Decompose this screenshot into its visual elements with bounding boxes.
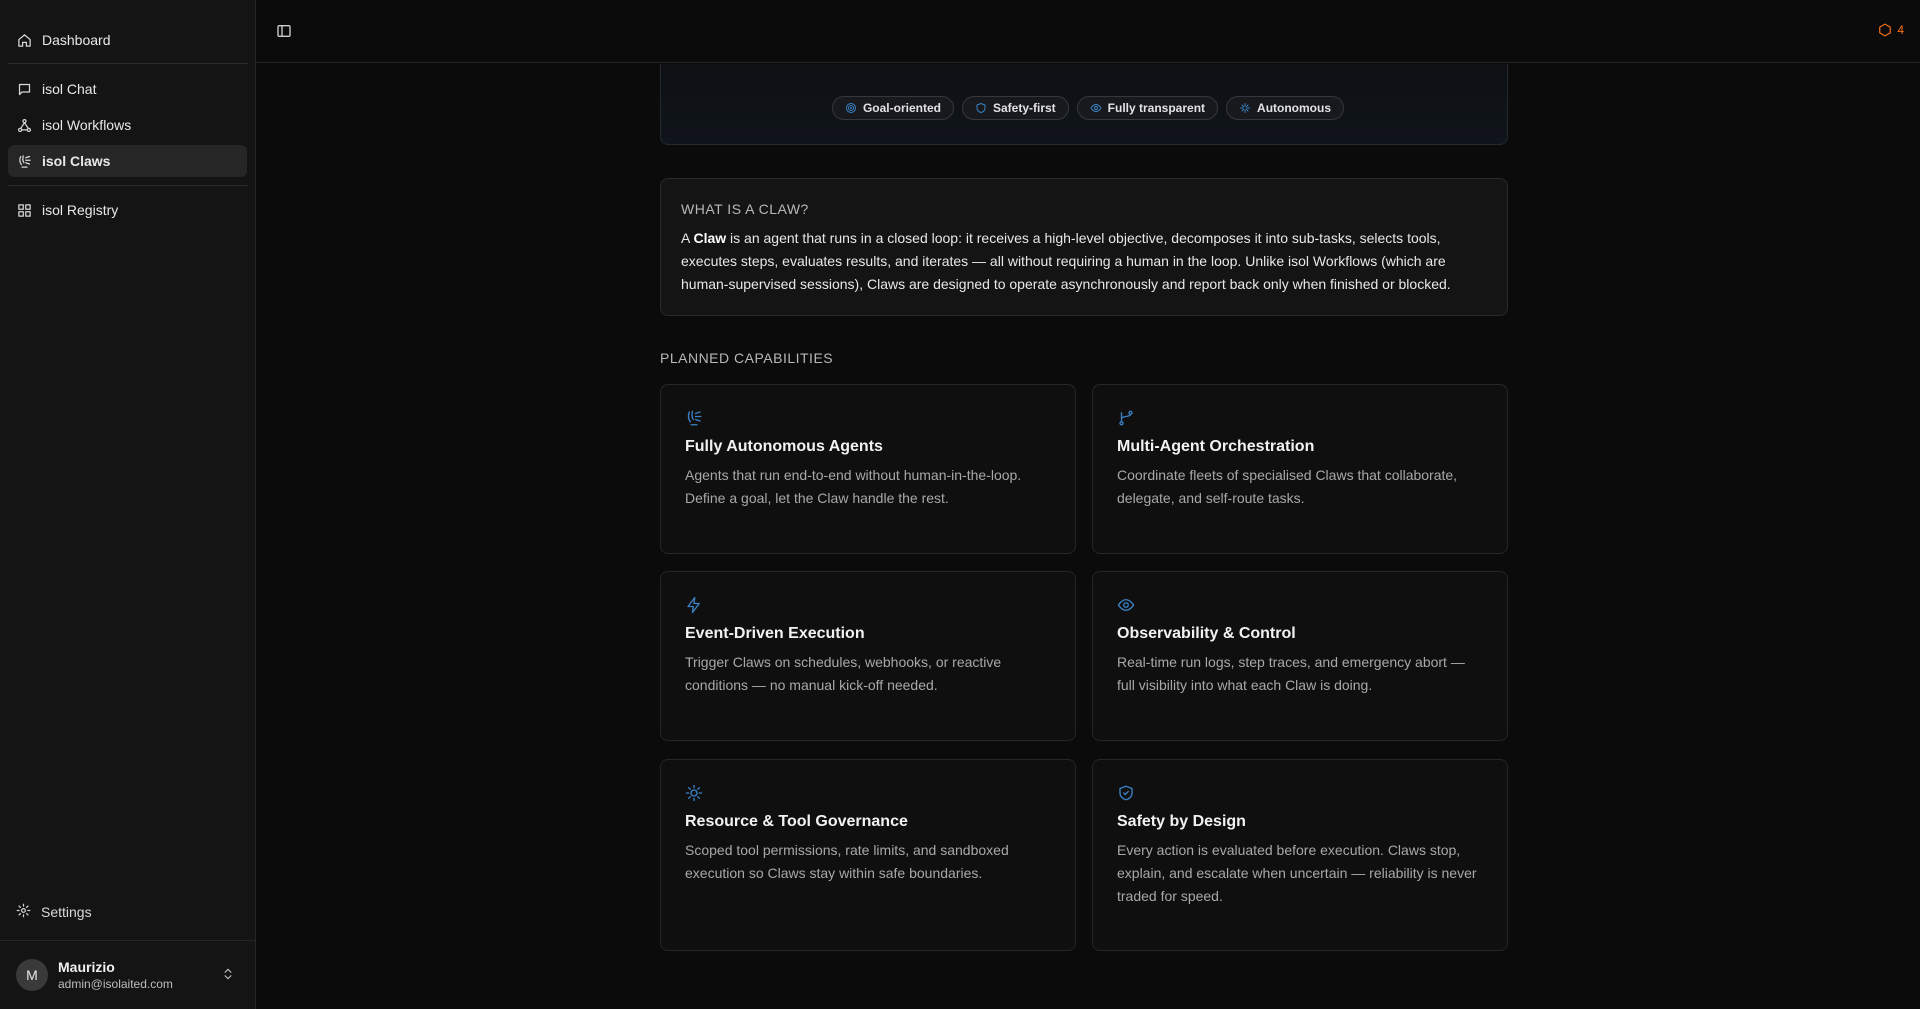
sidebar-item-workflows[interactable]: isol Workflows bbox=[8, 109, 247, 141]
eye-icon bbox=[1090, 104, 1102, 112]
hexagon-icon bbox=[1879, 23, 1892, 37]
shield-check-icon bbox=[1117, 784, 1137, 804]
app: Dashboard isol Chat isol Workflows isol … bbox=[0, 0, 1920, 1009]
gear-icon bbox=[16, 903, 31, 921]
chip-label: Autonomous bbox=[1257, 101, 1332, 115]
sidebar-item-registry[interactable]: isol Registry bbox=[8, 194, 247, 226]
settings-label: Settings bbox=[41, 904, 92, 920]
grid-icon bbox=[16, 202, 32, 218]
sidebar-divider bbox=[8, 185, 248, 186]
feature-chips: Goal-oriented Safety-first Fully transpa… bbox=[256, 96, 1920, 120]
cog-icon bbox=[685, 784, 705, 804]
claw-icon bbox=[685, 409, 705, 429]
chip-label: Safety-first bbox=[992, 101, 1056, 115]
info-body-rest: is an agent that runs in a closed loop: … bbox=[681, 230, 1451, 292]
sidebar-item-chat[interactable]: isol Chat bbox=[8, 73, 247, 105]
info-body-prefix: A bbox=[681, 230, 694, 246]
sidebar-item-label: isol Claws bbox=[42, 153, 111, 169]
capability-card: Resource & Tool Governance Scoped tool p… bbox=[660, 759, 1076, 951]
capability-desc: Scoped tool permissions, rate limits, an… bbox=[685, 842, 1009, 881]
capability-desc: Every action is evaluated before executi… bbox=[1117, 842, 1477, 904]
user-email: admin@isolaited.com bbox=[58, 977, 173, 991]
capability-title: Resource & Tool Governance bbox=[685, 813, 908, 830]
workflow-icon bbox=[16, 117, 32, 133]
capability-desc: Coordinate fleets of specialised Claws t… bbox=[1117, 467, 1458, 506]
claw-icon bbox=[16, 153, 32, 169]
target-icon bbox=[845, 103, 856, 113]
chat-icon bbox=[16, 81, 32, 97]
alert-count: 4 bbox=[1897, 23, 1904, 37]
capability-desc: Agents that run end-to-end without human… bbox=[685, 467, 1022, 506]
avatar: M bbox=[16, 959, 48, 991]
sidebar-item-dashboard[interactable]: Dashboard bbox=[8, 24, 247, 56]
what-is-a-claw-card: WHAT IS A CLAW? A Claw is an agent that … bbox=[660, 178, 1508, 316]
chip-fully-transparent: Fully transparent bbox=[1076, 96, 1219, 120]
settings-link[interactable]: Settings bbox=[8, 896, 92, 928]
sidebar-item-label: Dashboard bbox=[42, 32, 111, 48]
info-body: A Claw is an agent that runs in a closed… bbox=[681, 227, 1487, 296]
info-title: WHAT IS A CLAW? bbox=[681, 201, 809, 217]
sidebar-item-label: isol Chat bbox=[42, 81, 97, 97]
chip-goal-oriented: Goal-oriented bbox=[831, 96, 954, 120]
security-alert-badge[interactable]: 4 bbox=[1878, 23, 1904, 37]
sparkle-icon bbox=[1240, 103, 1251, 113]
lightning-icon bbox=[685, 596, 705, 616]
capability-title: Multi-Agent Orchestration bbox=[1117, 438, 1315, 455]
capability-title: Event-Driven Execution bbox=[685, 625, 865, 642]
capability-title: Safety by Design bbox=[1117, 813, 1246, 830]
sidebar-divider bbox=[8, 63, 248, 64]
user-menu[interactable]: M Maurizio admin@isolaited.com bbox=[0, 940, 255, 1009]
branch-icon bbox=[1117, 409, 1137, 429]
panel-left-icon bbox=[277, 25, 291, 37]
capability-title: Observability & Control bbox=[1117, 625, 1296, 642]
sidebar-item-label: isol Registry bbox=[42, 202, 119, 218]
capability-desc: Real-time run logs, step traces, and eme… bbox=[1117, 654, 1465, 693]
section-label-capabilities: PLANNED CAPABILITIES bbox=[660, 350, 834, 366]
chevron-up-down-icon[interactable] bbox=[221, 967, 235, 986]
sidebar-item-claws[interactable]: isol Claws bbox=[8, 145, 247, 177]
capability-card: Observability & Control Real-time run lo… bbox=[1092, 571, 1508, 741]
info-body-bold: Claw bbox=[693, 230, 727, 246]
chip-safety-first: Safety-first bbox=[961, 96, 1069, 120]
home-icon bbox=[16, 32, 32, 48]
top-bar: 4 bbox=[256, 0, 1920, 63]
sidebar-item-label: isol Workflows bbox=[42, 117, 132, 133]
capability-card: Fully Autonomous Agents Agents that run … bbox=[660, 384, 1076, 554]
shield-icon bbox=[976, 103, 986, 113]
capability-title: Fully Autonomous Agents bbox=[685, 438, 883, 455]
capability-card: Event-Driven Execution Trigger Claws on … bbox=[660, 571, 1076, 741]
chip-label: Goal-oriented bbox=[862, 101, 941, 115]
user-name: Maurizio bbox=[58, 959, 115, 975]
chip-label: Fully transparent bbox=[1107, 101, 1206, 115]
chip-autonomous: Autonomous bbox=[1226, 96, 1345, 120]
capability-card: Safety by Design Every action is evaluat… bbox=[1092, 759, 1508, 951]
capability-desc: Trigger Claws on schedules, webhooks, or… bbox=[685, 654, 1002, 693]
capability-card: Multi-Agent Orchestration Coordinate fle… bbox=[1092, 384, 1508, 554]
sidebar: Dashboard isol Chat isol Workflows isol … bbox=[0, 0, 256, 1009]
sidebar-toggle-button[interactable] bbox=[276, 23, 292, 39]
eye-icon bbox=[1117, 596, 1137, 616]
main-content: Goal-oriented Safety-first Fully transpa… bbox=[256, 64, 1920, 1009]
